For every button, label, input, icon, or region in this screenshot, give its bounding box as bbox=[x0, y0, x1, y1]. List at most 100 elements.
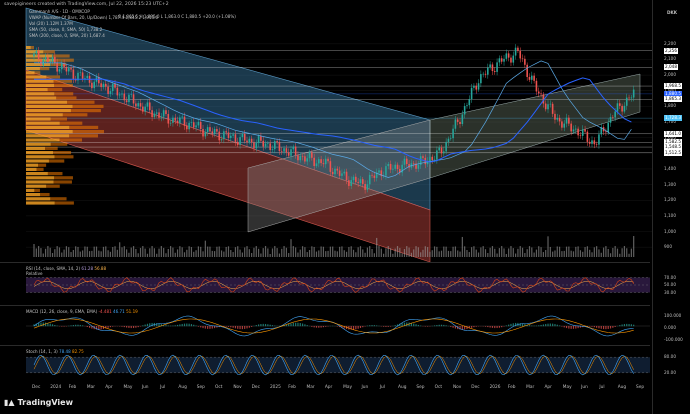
macd-histogram-bar bbox=[135, 326, 137, 328]
macd-histogram-bar bbox=[149, 323, 151, 327]
volume-profile-bar bbox=[59, 121, 83, 125]
macd-histogram-bar bbox=[232, 326, 234, 328]
volume-bar bbox=[345, 251, 348, 257]
macd-histogram-bar bbox=[315, 326, 318, 328]
volume-profile-bar bbox=[69, 134, 99, 138]
macd-histogram-bar bbox=[172, 325, 174, 327]
price-axis[interactable] bbox=[652, 0, 690, 414]
candle-body bbox=[199, 121, 202, 129]
macd-histogram-bar bbox=[528, 325, 531, 327]
volume-bar bbox=[202, 251, 204, 257]
volume-bar bbox=[378, 246, 380, 257]
macd-histogram-bar bbox=[128, 326, 130, 328]
macd-histogram-bar bbox=[371, 325, 373, 327]
volume-bar bbox=[262, 248, 264, 257]
volume-bar bbox=[396, 246, 399, 257]
volume-bar bbox=[267, 248, 269, 257]
candle-body bbox=[456, 119, 459, 122]
candle-body bbox=[503, 58, 505, 62]
volume-bar bbox=[510, 246, 512, 257]
candle-body bbox=[461, 114, 464, 124]
volume-bar bbox=[371, 248, 373, 257]
volume-bar bbox=[283, 246, 285, 257]
volume-bar bbox=[489, 247, 491, 257]
volume-bar bbox=[422, 249, 424, 257]
pane-separator[interactable] bbox=[0, 345, 650, 346]
candle-body bbox=[577, 128, 579, 136]
candle-body bbox=[236, 141, 239, 145]
macd-histogram-bar bbox=[420, 325, 422, 327]
candle-body bbox=[192, 122, 195, 128]
candle-body bbox=[283, 148, 285, 152]
macd-histogram-bar bbox=[626, 323, 628, 327]
candle-body bbox=[507, 53, 510, 58]
volume-profile-bar bbox=[26, 184, 47, 188]
volume-profile-bar bbox=[70, 109, 101, 113]
candle-body bbox=[320, 159, 322, 164]
candle-body bbox=[70, 68, 72, 70]
candle-body bbox=[581, 129, 584, 136]
macd-histogram-bar bbox=[565, 326, 568, 329]
macd-histogram-bar bbox=[75, 324, 77, 327]
macd-histogram-bar bbox=[61, 326, 63, 327]
macd-histogram-bar bbox=[112, 326, 114, 327]
candle-body bbox=[556, 117, 559, 120]
volume-bar bbox=[288, 253, 290, 257]
macd-histogram-bar bbox=[77, 324, 79, 327]
volume-bar bbox=[93, 246, 95, 257]
macd-histogram-bar bbox=[202, 326, 204, 329]
macd-histogram-bar bbox=[176, 324, 179, 327]
candle-body bbox=[526, 64, 528, 77]
macd-histogram-bar bbox=[109, 326, 112, 328]
volume-bar bbox=[443, 246, 445, 257]
candle-body bbox=[248, 138, 251, 143]
candle-body bbox=[364, 183, 366, 190]
candle-body bbox=[355, 176, 357, 183]
volume-bar bbox=[102, 246, 105, 257]
candle-body bbox=[40, 59, 42, 66]
macd-histogram-bar bbox=[512, 323, 514, 327]
volume-bar bbox=[512, 248, 514, 257]
pane-separator[interactable] bbox=[0, 305, 650, 306]
volume-profile-bar bbox=[38, 163, 47, 167]
candle-body bbox=[519, 50, 522, 59]
volume-bar bbox=[471, 247, 473, 257]
price-chart[interactable] bbox=[0, 0, 690, 414]
legend-sma: SMA (50, close, 0, SMA, 50) 1,738.2 bbox=[29, 27, 103, 32]
time-tick-label: 2026 bbox=[489, 385, 501, 390]
macd-histogram-bar bbox=[311, 326, 313, 327]
volume-bar bbox=[401, 253, 403, 257]
candle-body bbox=[612, 117, 614, 118]
candle-body bbox=[489, 64, 491, 68]
candle-body bbox=[63, 63, 65, 68]
volume-profile-bar bbox=[26, 193, 41, 197]
price-tag: 2,048 bbox=[664, 64, 678, 71]
price-tag: 1,641.0 bbox=[664, 130, 682, 137]
macd-histogram-bar bbox=[417, 324, 419, 327]
macd-histogram-bar bbox=[318, 326, 320, 328]
macd-histogram-bar bbox=[170, 325, 172, 327]
volume-bar bbox=[447, 250, 450, 257]
volume-bar bbox=[135, 248, 137, 257]
candle-body bbox=[37, 50, 40, 60]
volume-bar bbox=[415, 246, 417, 257]
macd-histogram-bar bbox=[301, 323, 304, 327]
volume-bar bbox=[244, 247, 246, 257]
pane-separator[interactable] bbox=[0, 262, 650, 263]
macd-histogram-bar bbox=[181, 323, 183, 327]
volume-profile-bar bbox=[26, 142, 51, 146]
volume-profile-bar bbox=[54, 92, 74, 96]
macd-histogram-bar bbox=[322, 326, 325, 328]
candle-body bbox=[327, 158, 329, 162]
volume-profile-bar bbox=[26, 159, 49, 163]
volume-bar bbox=[554, 250, 556, 257]
volume-bar bbox=[533, 252, 535, 257]
tradingview-logo[interactable]: ▮▲ TradingView bbox=[4, 398, 73, 407]
candle-body bbox=[109, 91, 112, 94]
volume-bar bbox=[602, 247, 605, 257]
volume-bar bbox=[547, 236, 549, 257]
volume-bar bbox=[251, 253, 253, 257]
volume-bar bbox=[179, 246, 181, 257]
volume-bar bbox=[366, 247, 369, 257]
volume-bar bbox=[417, 247, 419, 257]
